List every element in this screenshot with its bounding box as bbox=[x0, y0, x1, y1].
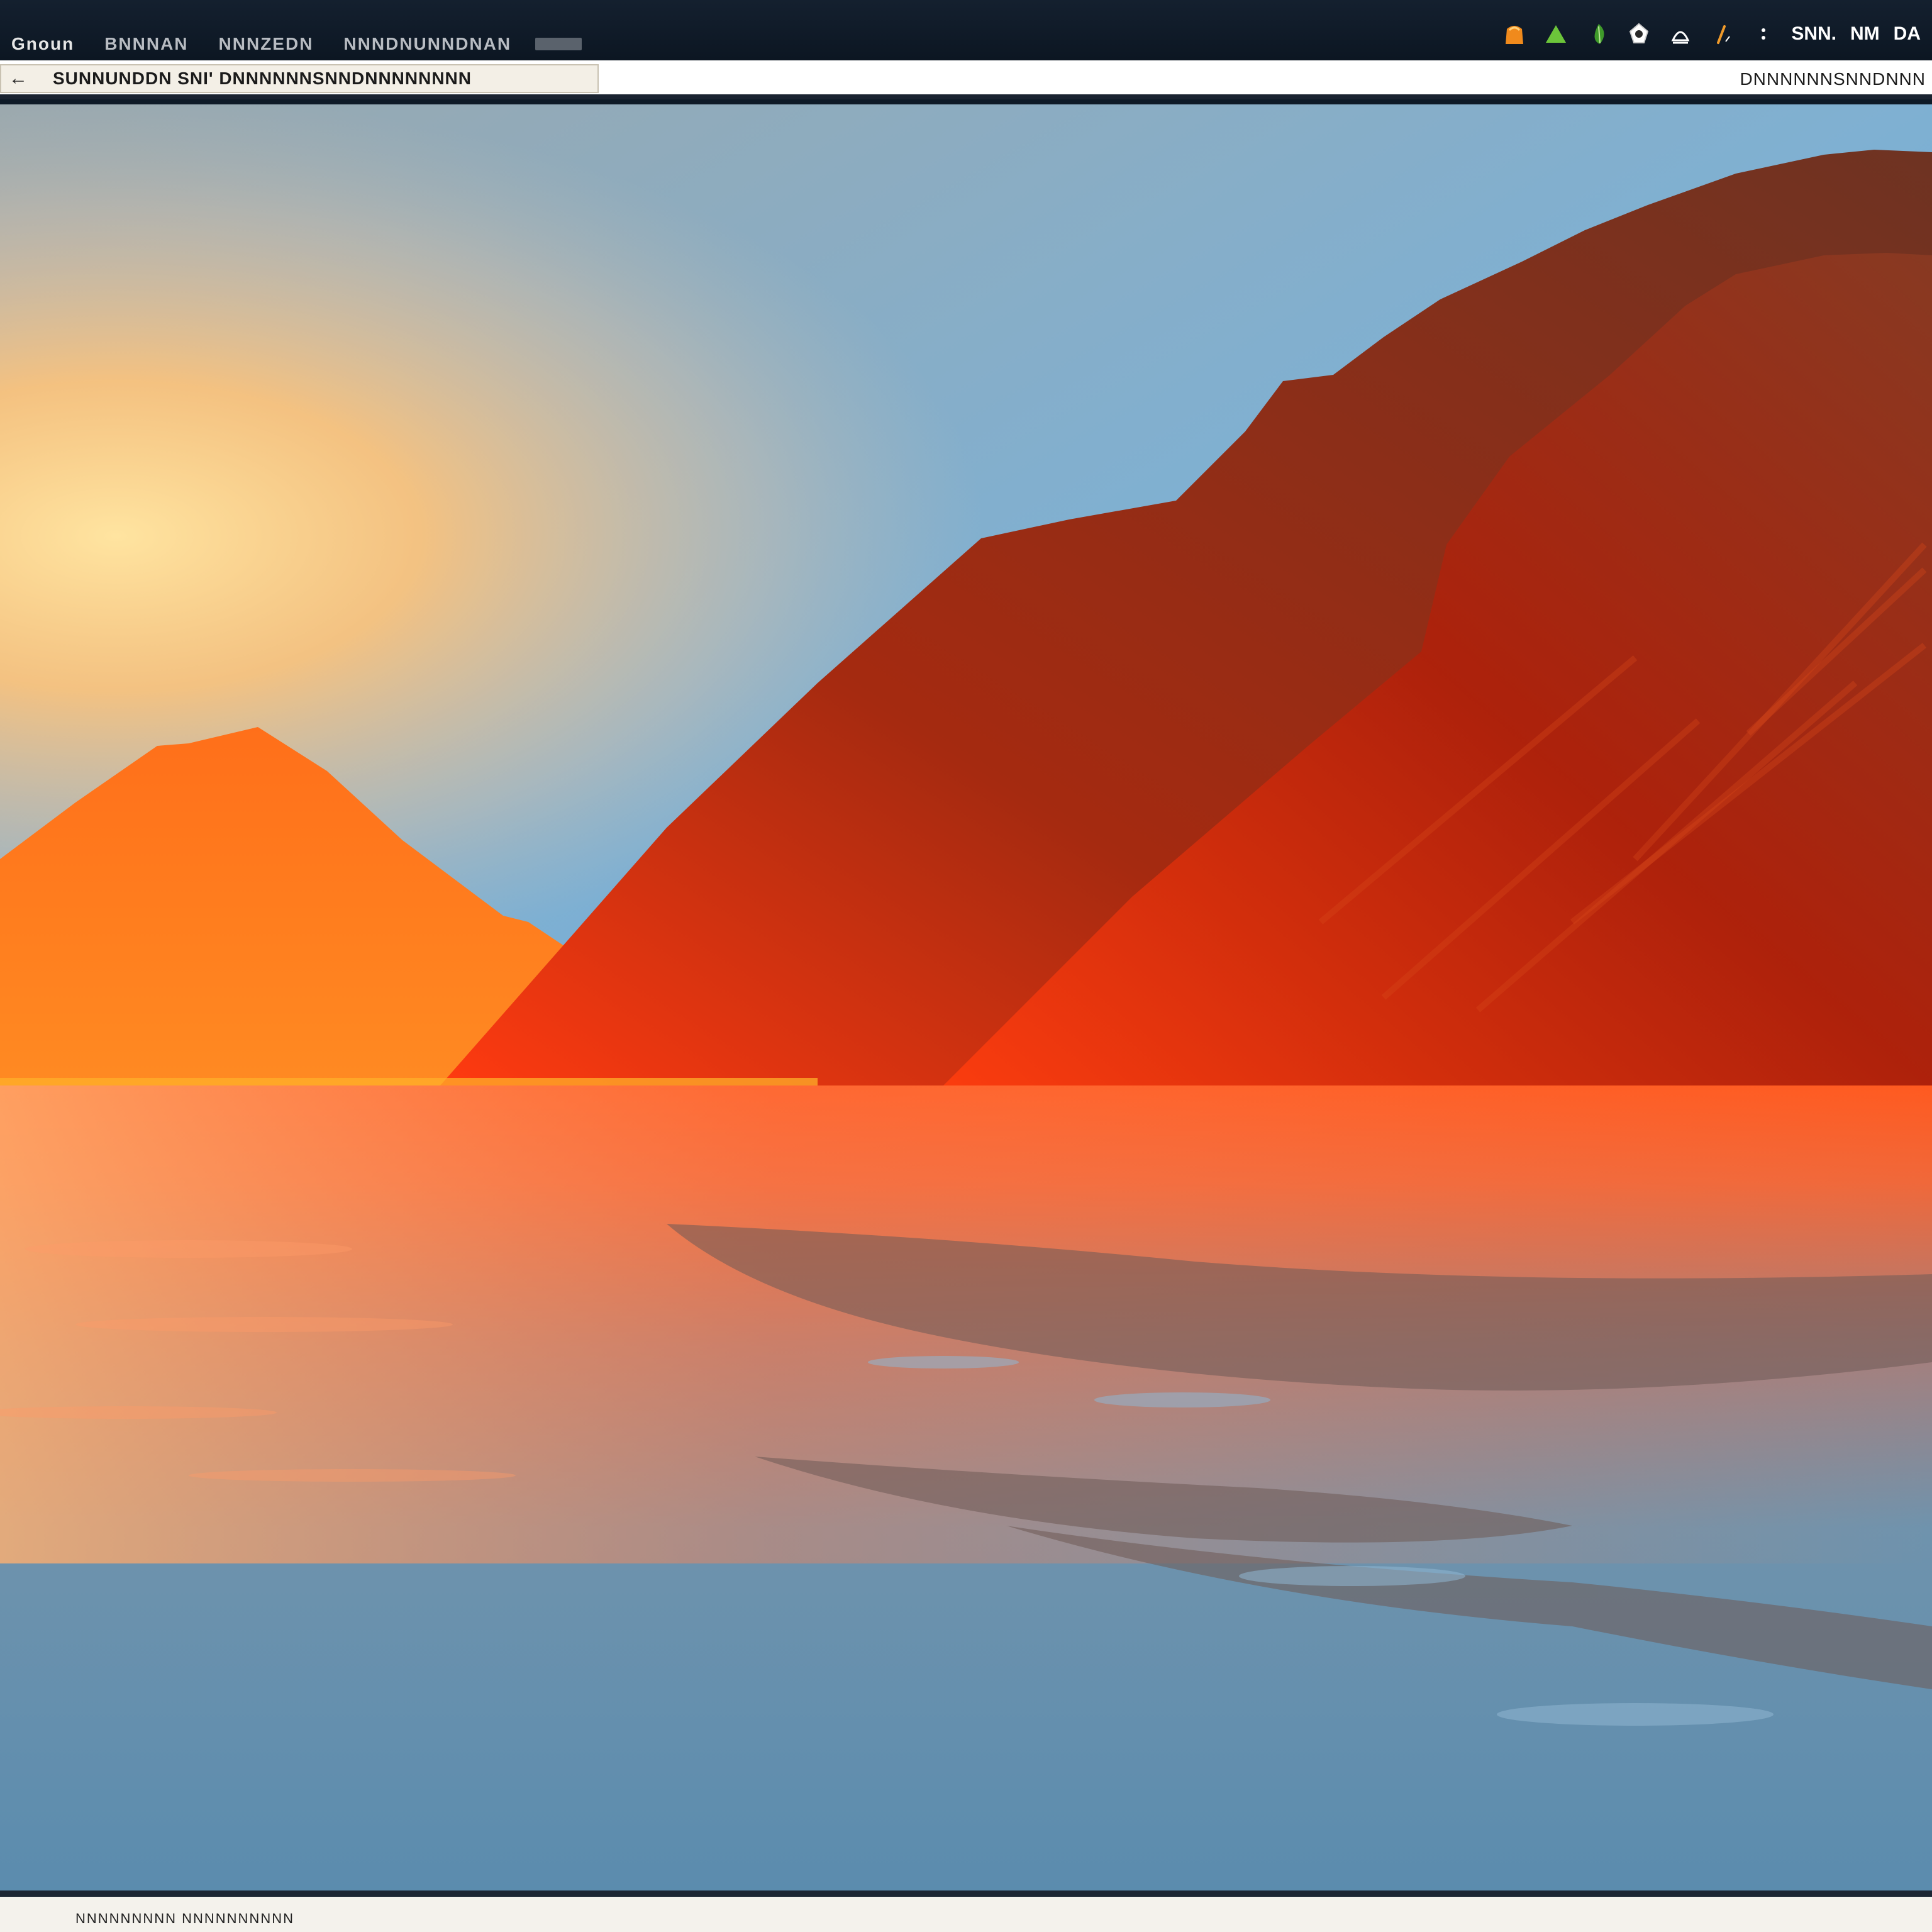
system-tray: SNN. NM DA bbox=[1501, 16, 1921, 52]
address-field[interactable]: ← SUNNUNDDN SNI' DNNNNNNSNNDNNNNNNNN bbox=[0, 64, 599, 93]
menu-item-1[interactable]: Gnoun bbox=[5, 34, 80, 54]
shield-icon[interactable] bbox=[1625, 20, 1653, 48]
menu-item-4[interactable]: NNNDNUNNDNAN bbox=[337, 34, 518, 54]
wallpaper-image bbox=[0, 104, 1932, 1890]
top-bar: Gnoun BNNNAN NNNZEDN NNNDNUNNDNAN SNN. N… bbox=[0, 0, 1932, 60]
menu-item-3[interactable]: NNNZEDN bbox=[213, 34, 320, 54]
bottom-status-text: NNNNNNNNN NNNNNNNNNN bbox=[75, 1911, 294, 1926]
desktop-screen: Gnoun BNNNAN NNNZEDN NNNDNUNNDNAN SNN. N… bbox=[0, 0, 1932, 1932]
eject-icon[interactable] bbox=[1667, 20, 1694, 48]
dots-icon[interactable] bbox=[1750, 20, 1777, 48]
menu-strip: Gnoun BNNNAN NNNZEDN NNNDNUNNDNAN bbox=[0, 33, 582, 55]
back-arrow-icon[interactable]: ← bbox=[9, 68, 28, 89]
green-leaf-icon[interactable] bbox=[1584, 20, 1611, 48]
landscape-svg bbox=[0, 104, 1932, 1890]
address-bar: ← SUNNUNDDN SNI' DNNNNNNSNNDNNNNNNNN DNN… bbox=[0, 60, 1932, 99]
menu-scroll-indicator bbox=[535, 38, 582, 50]
pen-icon[interactable] bbox=[1708, 20, 1736, 48]
orange-tray-icon[interactable] bbox=[1501, 20, 1528, 48]
tray-status-2[interactable]: NM bbox=[1850, 23, 1880, 45]
address-text: SUNNUNDDN SNI' DNNNNNNSNNDNNNNNNNN bbox=[53, 69, 472, 88]
address-right-label: DNNNNNNSNNDNNN bbox=[1740, 69, 1926, 89]
tray-clock[interactable]: DA bbox=[1894, 23, 1921, 45]
green-triangle-icon[interactable] bbox=[1542, 20, 1570, 48]
menu-item-2[interactable]: BNNNAN bbox=[98, 34, 194, 54]
bottom-bar: NNNNNNNNN NNNNNNNNNN bbox=[0, 1890, 1932, 1932]
tray-status-1[interactable]: SNN. bbox=[1791, 23, 1836, 45]
